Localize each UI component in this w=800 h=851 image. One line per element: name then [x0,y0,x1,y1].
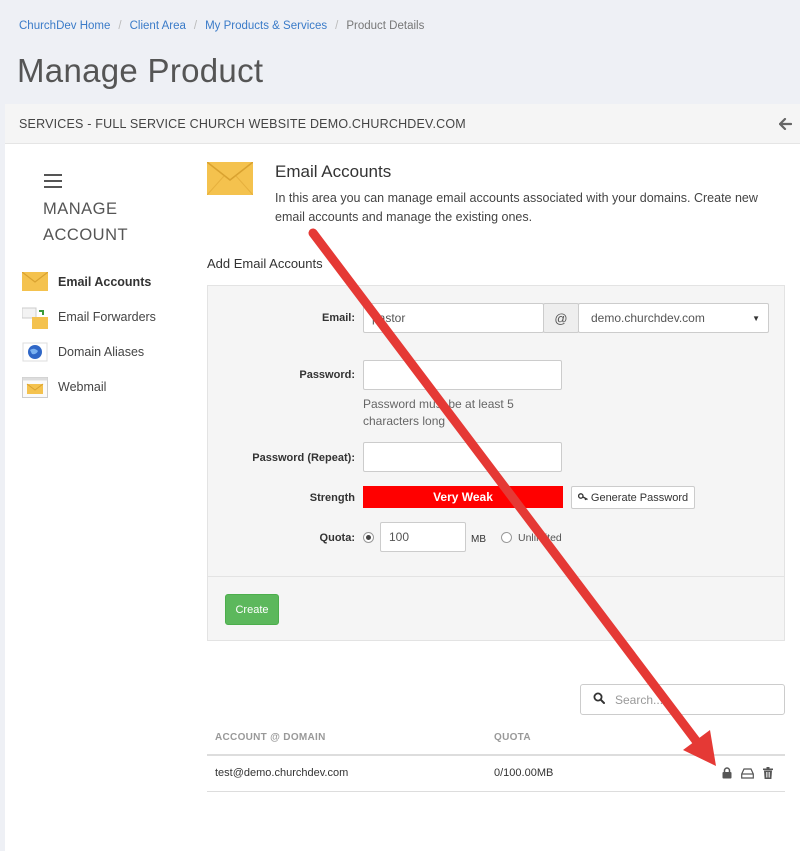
breadcrumb-products[interactable]: My Products & Services [205,20,327,32]
column-header-quota[interactable]: QUOTA [494,732,531,743]
breadcrumb-current: Product Details [346,20,425,32]
breadcrumb-separator: / [193,20,198,32]
breadcrumb: ChurchDev Home / Client Area / My Produc… [19,20,424,32]
generate-password-button[interactable]: Generate Password [571,486,695,509]
row-actions [722,767,773,779]
email-input[interactable]: pastor [363,303,544,333]
table-header: ACCOUNT @ DOMAIN QUOTA [207,724,785,756]
breadcrumb-client-area[interactable]: Client Area [130,20,186,32]
column-header-account[interactable]: ACCOUNT @ DOMAIN [215,732,326,743]
quota-cell: 0/100.00MB [494,767,554,779]
generate-password-label: Generate Password [590,491,689,504]
email-label: Email: [321,312,355,324]
sidebar-item-label: Email Accounts [58,274,152,289]
globe-icon [22,342,48,362]
panel-title: SERVICES - FULL SERVICE CHURCH WEBSITE D… [19,116,466,131]
add-email-form: Email: pastor @ demo.churchdev.com ▼ Pas… [207,285,785,641]
manage-account-label-line1: MANAGE [43,200,118,218]
content-title: Email Accounts [275,162,392,181]
search-box[interactable]: Search... [580,684,785,715]
sidebar-item-webmail[interactable]: Webmail [22,369,202,404]
password-help-text: Password must be at least 5 characters l… [363,397,514,428]
password-input[interactable] [363,360,562,390]
search-placeholder: Search... [615,692,664,707]
manage-account-menu: MANAGE ACCOUNT [43,174,128,248]
domain-select[interactable]: demo.churchdev.com ▼ [578,303,769,333]
password-label: Password: [299,369,355,381]
password-repeat-label: Password (Repeat): [252,452,355,464]
password-repeat-input[interactable] [363,442,562,472]
add-email-heading: Add Email Accounts [207,256,323,271]
breadcrumb-separator: / [335,20,339,32]
form-footer: Create [208,576,784,640]
envelope-icon [206,161,254,196]
quota-label: Quota: [319,532,355,544]
at-addon: @ [543,303,579,333]
breadcrumb-home[interactable]: ChurchDev Home [19,20,110,32]
email-accounts-table: ACCOUNT @ DOMAIN QUOTA test@demo.churchd… [207,724,785,792]
sidebar-item-domain-aliases[interactable]: Domain Aliases [22,334,202,369]
lock-icon[interactable] [722,767,732,779]
quota-input[interactable]: 100 [380,522,466,552]
envelope-icon [21,271,49,292]
sidebar-item-email-forwarders[interactable]: Email Forwarders [21,299,202,334]
sidebar-item-label: Webmail [58,379,107,394]
sidebar-item-email-accounts[interactable]: Email Accounts [21,264,202,299]
unlimited-label: Unlimited [518,532,562,544]
arrow-left-icon[interactable] [770,109,800,139]
table-row: test@demo.churchdev.com 0/100.00MB [207,756,785,792]
account-cell: test@demo.churchdev.com [215,767,349,779]
page-title: Manage Product [17,52,264,89]
search-icon [593,692,605,707]
key-icon [577,492,588,504]
password-strength-bar: Very Weak [363,486,563,508]
strength-label: Strength [309,492,355,504]
sidebar-item-label: Domain Aliases [58,344,145,359]
quota-unit: MB [471,534,486,545]
trash-icon[interactable] [763,767,773,779]
domain-select-value: demo.churchdev.com [591,311,705,325]
product-panel: SERVICES - FULL SERVICE CHURCH WEBSITE D… [5,104,800,851]
webmail-icon [22,376,48,398]
caret-down-icon: ▼ [752,313,760,323]
breadcrumb-separator: / [118,20,122,32]
quota-limited-radio[interactable] [363,532,374,543]
create-button[interactable]: Create [225,594,279,625]
forwarder-icon [21,307,48,329]
hamburger-icon[interactable] [44,174,62,188]
panel-header: SERVICES - FULL SERVICE CHURCH WEBSITE D… [5,104,800,144]
content-description: In this area you can manage email accoun… [275,191,758,224]
side-nav: Email Accounts Email Forwarders Domain A… [21,264,202,404]
quota-unlimited-radio[interactable] [501,532,512,543]
sidebar-item-label: Email Forwarders [58,309,156,324]
hdd-icon[interactable] [741,767,754,779]
manage-account-label-line2: ACCOUNT [43,226,129,244]
